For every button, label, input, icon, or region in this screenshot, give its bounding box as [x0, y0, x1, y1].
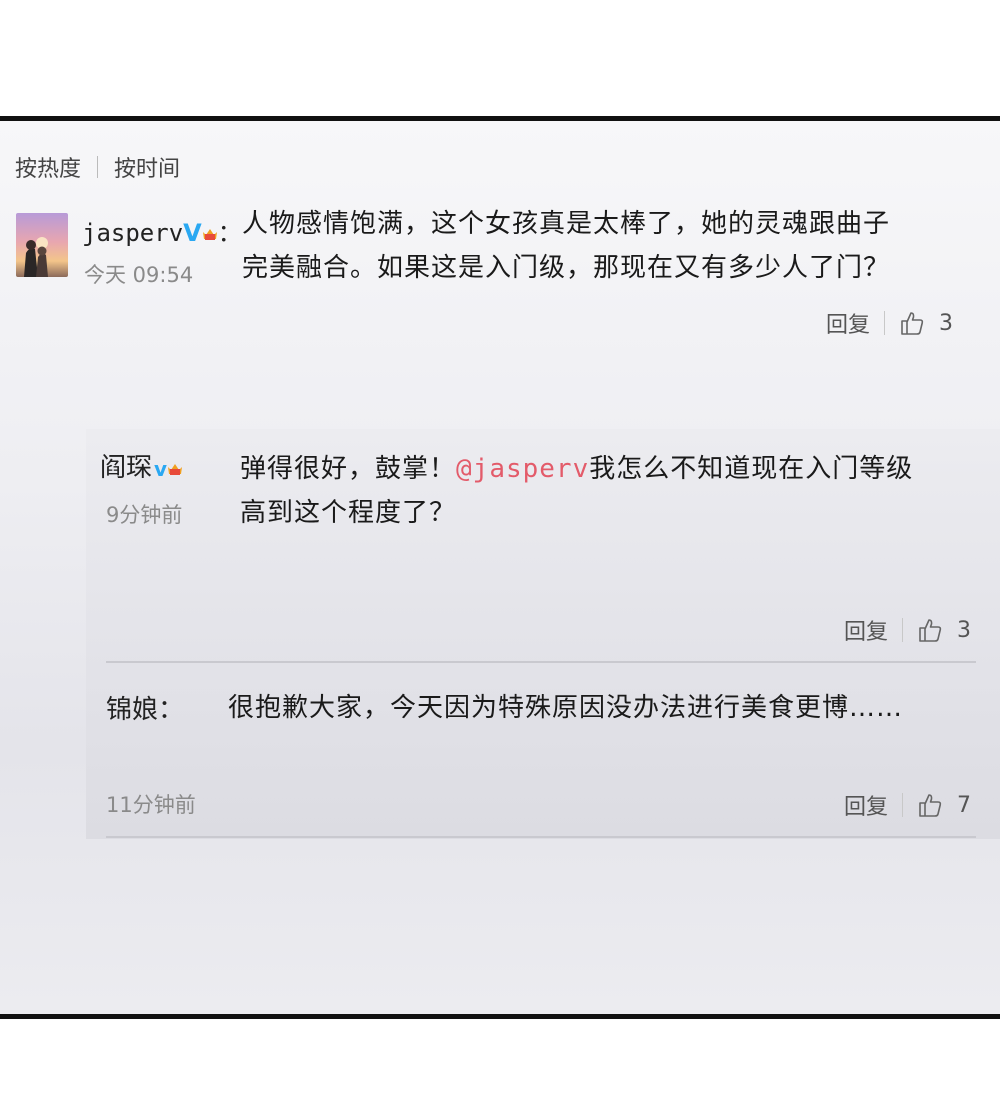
reply-text-line: 弹得很好，鼓掌！@jasperv我怎么不知道现在入门等级 [240, 447, 913, 491]
reply-actions: 回复 7 [844, 789, 971, 821]
like-count: 3 [957, 617, 972, 643]
verified-v-icon: v [154, 457, 168, 481]
sort-by-hot-tab[interactable]: 按热度 [15, 151, 81, 183]
comment-author[interactable]: jaspervV ： [82, 213, 242, 248]
reply-divider [106, 836, 976, 838]
sort-divider [97, 156, 99, 178]
reply-time: 11分钟前 [106, 793, 196, 817]
reply-author[interactable]: 锦娘： [106, 689, 184, 726]
reply-actions: 回复 3 [844, 614, 971, 646]
comment-time: 今天 09:54 [84, 263, 194, 287]
reply-text: 很抱歉大家，今天因为特殊原因没办法进行美食更博…… [228, 693, 904, 723]
reply-button[interactable]: 回复 [826, 307, 870, 339]
verified-v-icon: V [183, 219, 202, 247]
thumbs-up-icon[interactable] [899, 310, 925, 336]
reply-text-segment: 我怎么不知道现在入门等级 [589, 454, 914, 484]
comment-colon: ： [217, 219, 242, 247]
like-count: 7 [957, 792, 972, 818]
reply-time: 9分钟前 [106, 503, 183, 527]
comment-text-line: 人物感情饱满，这个女孩真是太棒了，她的灵魂跟曲子 [242, 209, 891, 239]
action-divider [884, 311, 886, 335]
avatar[interactable] [16, 213, 68, 277]
reply-button[interactable]: 回复 [844, 789, 888, 821]
comment-text: 人物感情饱满，这个女孩真是太棒了，她的灵魂跟曲子 完美融合。如果这是入门级，那现… [242, 202, 890, 290]
action-divider [902, 618, 904, 642]
comment-panel: 按热度 按时间 jaspervV： 今天 09:54 人物感情饱满，这个女孩真是… [0, 116, 1000, 1019]
avatar-image [16, 213, 68, 277]
username[interactable]: jasperv [82, 219, 183, 247]
reply-author[interactable]: 阎琛 v [100, 447, 183, 484]
comment-text-line: 完美融合。如果这是入门级，那现在又有多少人了门？ [242, 253, 891, 283]
sort-by-time-tab[interactable]: 按时间 [114, 151, 180, 183]
mention-link[interactable]: @jasperv [456, 454, 589, 484]
reply-text-line: 高到这个程度了？ [240, 498, 457, 528]
sort-bar: 按热度 按时间 [15, 151, 180, 183]
username[interactable]: 阎琛 [100, 453, 152, 483]
reply-divider [106, 661, 976, 663]
reply-text-segment: 弹得很好，鼓掌！ [240, 454, 457, 484]
crown-badge-icon [168, 463, 183, 475]
like-count: 3 [939, 310, 954, 336]
reply-button[interactable]: 回复 [844, 614, 888, 646]
action-divider [902, 793, 904, 817]
comment-actions: 回复 3 [826, 307, 953, 339]
thumbs-up-icon[interactable] [917, 792, 943, 818]
reply-text: 弹得很好，鼓掌！@jasperv我怎么不知道现在入门等级 高到这个程度了？ [240, 447, 913, 535]
crown-badge-icon [202, 229, 217, 240]
thumbs-up-icon[interactable] [917, 617, 943, 643]
